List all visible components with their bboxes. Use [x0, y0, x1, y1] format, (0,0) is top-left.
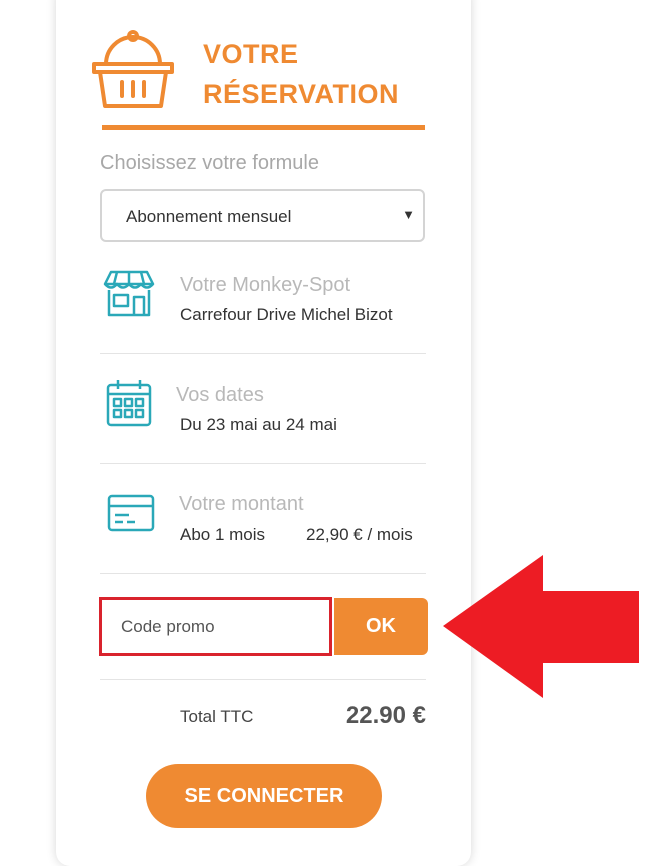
- basket-icon: [92, 30, 174, 108]
- divider: [100, 573, 426, 574]
- dates-value: Du 23 mai au 24 mai: [180, 415, 337, 434]
- promo-code-placeholder: Code promo: [121, 617, 215, 636]
- divider: [100, 679, 426, 680]
- store-icon: [103, 270, 155, 317]
- dropdown-arrow-icon: ▼: [402, 207, 415, 222]
- title-line-1: VOTRE: [203, 39, 299, 69]
- connect-button[interactable]: SE CONNECTER: [146, 764, 382, 828]
- dates-title: Vos dates: [176, 384, 264, 406]
- montant-price: 22,90 € / mois: [306, 525, 413, 544]
- calendar-icon: [106, 380, 152, 427]
- credit-card-icon: [107, 494, 155, 532]
- formule-select-value: Abonnement mensuel: [126, 207, 292, 226]
- promo-code-input[interactable]: Code promo: [99, 597, 332, 656]
- formule-label: Choisissez votre formule: [100, 152, 319, 174]
- spot-value: Carrefour Drive Michel Bizot: [180, 305, 393, 324]
- total-value: 22.90 €: [345, 702, 426, 729]
- divider: [100, 353, 426, 354]
- montant-title: Votre montant: [179, 493, 304, 515]
- montant-plan: Abo 1 mois: [180, 525, 266, 544]
- formule-select[interactable]: Abonnement mensuel ▼: [100, 189, 425, 242]
- title-underline: [102, 125, 425, 130]
- page-title: VOTRE RÉSERVATION: [203, 34, 399, 114]
- promo-ok-button[interactable]: OK: [334, 598, 428, 655]
- divider: [100, 463, 426, 464]
- total-label: Total TTC: [180, 707, 254, 726]
- title-line-2: RÉSERVATION: [203, 79, 400, 109]
- red-arrow-annotation: [443, 555, 639, 698]
- spot-title: Votre Monkey-Spot: [180, 274, 351, 296]
